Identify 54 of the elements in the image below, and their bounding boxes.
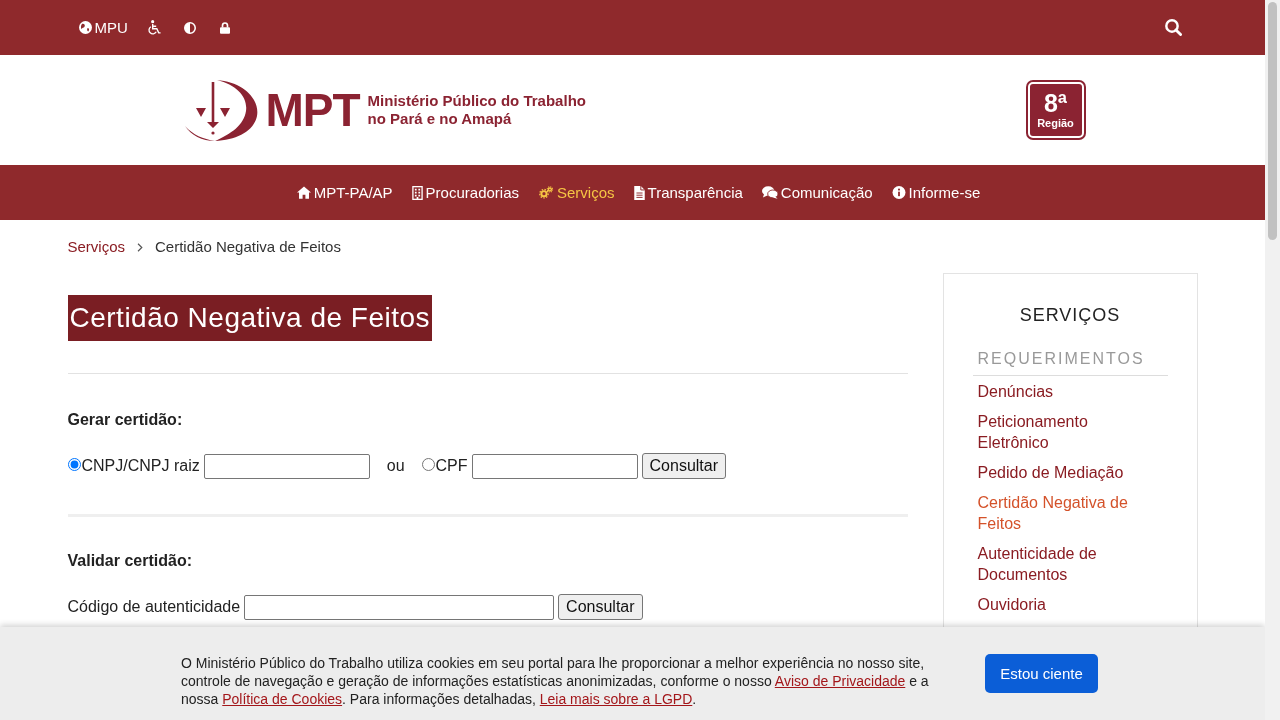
nav-link[interactable]: MPT-PA/AP xyxy=(296,184,393,201)
page-title: Certidão Negativa de Feitos xyxy=(67,295,433,341)
consult-button[interactable]: Consultar xyxy=(641,453,726,479)
logo-acronym: MPT xyxy=(265,87,360,133)
consult-button[interactable]: Consultar xyxy=(558,594,643,620)
logo-emblem[interactable] xyxy=(184,79,260,141)
text-link[interactable]: Leia mais sobre a LGPD xyxy=(539,691,693,707)
sidebar-link[interactable]: Autenticidade de Documentos xyxy=(977,543,1148,585)
chevron-icon xyxy=(137,242,144,252)
gears-icon xyxy=(538,186,554,199)
sidebar-link[interactable]: Certidão Negativa de Feitos xyxy=(977,492,1148,534)
text-link[interactable]: Aviso de Privacidade xyxy=(774,673,906,689)
wheelchair-icon[interactable] xyxy=(146,20,161,35)
nav-link[interactable]: Informe-se xyxy=(891,184,981,201)
input-field[interactable] xyxy=(244,594,555,620)
home-icon xyxy=(296,186,311,199)
lock-icon[interactable] xyxy=(219,21,230,34)
badge-label: Região xyxy=(1037,117,1074,130)
sidebar-link[interactable]: Peticionamento Eletrônico xyxy=(977,411,1148,453)
radio-button[interactable] xyxy=(67,458,81,471)
field-label: Código de autenticidade xyxy=(67,598,241,616)
cookie-notice: O Ministério Público do Trabalho utiliza cookies em seu portal para lhe proporcionar a melhor experiência no nosso site, controle de navegação e geração de informações estatísticas anonimizadas, conforme o nosso Aviso de Privacidade e a nossa Política de Cookies. Para informações detalhadas, Leia mais sobre a LGPD. xyxy=(181,654,930,708)
radio-button[interactable] xyxy=(421,458,435,471)
input-field[interactable] xyxy=(203,453,370,479)
breadcrumb-current: Certidão Negativa de Feitos xyxy=(155,238,341,256)
contrast-icon[interactable] xyxy=(183,21,196,34)
accept-button[interactable]: Estou ciente xyxy=(985,654,1098,693)
sidebar-link[interactable]: Pedido de Mediação xyxy=(977,462,1124,483)
nav-link[interactable]: Serviços xyxy=(538,184,615,201)
sidebar-group-heading: REQUERIMENTOS xyxy=(972,346,1168,376)
nav-link[interactable]: Comunicação xyxy=(761,184,873,201)
logo-name: Ministério Público do Trabalho xyxy=(367,92,586,110)
search-icon[interactable] xyxy=(1164,19,1182,36)
separator-text: ou xyxy=(386,457,405,475)
option-label: CNPJ/CNPJ raiz xyxy=(81,457,200,475)
option-label: CPF xyxy=(435,457,468,475)
nav-link[interactable]: Procuradorias xyxy=(411,184,519,201)
input-field[interactable] xyxy=(471,453,638,479)
portal-link[interactable]: MPU xyxy=(78,19,128,36)
building-icon xyxy=(411,185,423,200)
document-icon xyxy=(633,185,645,200)
sidebar-title: SERVIÇOS xyxy=(1018,304,1122,327)
info-icon xyxy=(891,186,906,199)
scrollbar-thumb[interactable] xyxy=(1268,2,1277,240)
breadcrumb-link[interactable]: Serviços xyxy=(67,238,126,256)
logo-subtitle: no Pará e no Amapá xyxy=(367,110,513,128)
section-heading: Validar certidão: xyxy=(67,551,193,571)
nav-link[interactable]: Transparência xyxy=(633,184,743,201)
speech-bubbles-icon xyxy=(761,186,778,199)
globe-icon xyxy=(78,21,92,34)
badge-number: 8ª xyxy=(1043,90,1068,117)
sidebar-link[interactable]: Ouvidoria xyxy=(977,594,1046,615)
sidebar-link[interactable]: Denúncias xyxy=(977,381,1054,402)
section-heading: Gerar certidão: xyxy=(67,410,184,430)
